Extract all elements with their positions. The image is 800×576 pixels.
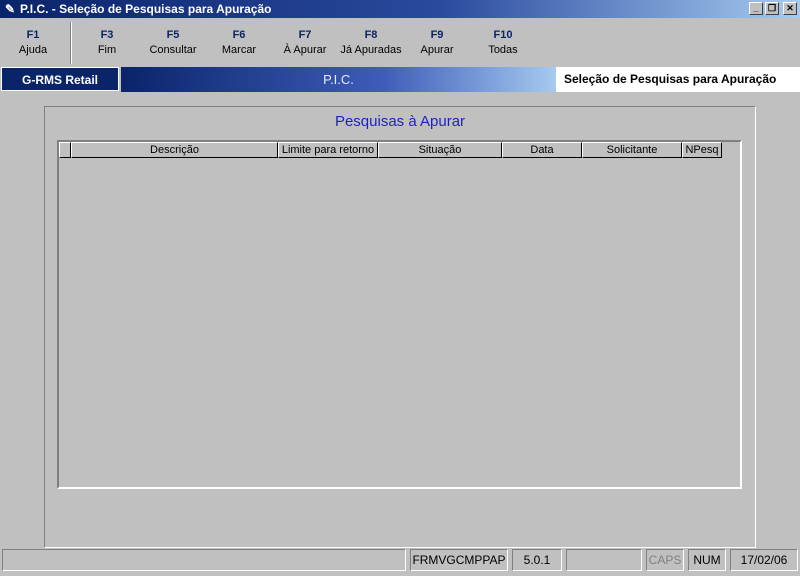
function-key-label: F3 xyxy=(100,29,114,41)
f8-ja-apuradas-button[interactable]: F8 Já Apuradas xyxy=(338,28,404,58)
function-key-caption: Consultar xyxy=(149,44,197,56)
header-banner: G-RMS Retail P.I.C. Seleção de Pesquisas… xyxy=(0,67,800,92)
window-title: P.I.C. - Seleção de Pesquisas para Apura… xyxy=(20,2,272,16)
f3-fim-button[interactable]: F3 Fim xyxy=(74,28,140,58)
function-key-label: F10 xyxy=(493,29,513,41)
column-header-situacao[interactable]: Situação xyxy=(378,142,502,158)
function-key-caption: Todas xyxy=(488,44,518,56)
status-num: NUM xyxy=(688,549,726,571)
minimize-button[interactable]: _ xyxy=(749,2,763,15)
toolbar-separator xyxy=(70,22,72,64)
f7-a-apurar-button[interactable]: F7 À Apurar xyxy=(272,28,338,58)
title-bar[interactable]: ✎ P.I.C. - Seleção de Pesquisas para Apu… xyxy=(0,0,800,18)
f10-todas-button[interactable]: F10 Todas xyxy=(470,28,536,58)
status-form-name: FRMVGCMPPAP xyxy=(410,549,508,571)
function-key-caption: Já Apuradas xyxy=(340,44,402,56)
close-button[interactable]: ✕ xyxy=(783,2,797,15)
column-header-solicitante[interactable]: Solicitante xyxy=(582,142,682,158)
screen-title: Seleção de Pesquisas para Apuração xyxy=(556,67,800,92)
f6-marcar-button[interactable]: F6 Marcar xyxy=(206,28,272,58)
column-header-data[interactable]: Data xyxy=(502,142,582,158)
pen-icon[interactable]: ✎ xyxy=(3,2,17,16)
status-date: 17/02/06 xyxy=(730,549,798,571)
status-version: 5.0.1 xyxy=(512,549,562,571)
module-label: P.I.C. xyxy=(121,67,556,92)
status-message xyxy=(2,549,406,571)
function-key-label: F5 xyxy=(166,29,180,41)
function-key-label: F8 xyxy=(364,29,378,41)
column-header-limite-retorno[interactable]: Limite para retorno xyxy=(278,142,378,158)
function-key-label: F7 xyxy=(298,29,312,41)
column-header-selector[interactable] xyxy=(59,142,71,158)
function-key-toolbar: F1 Ajuda F3 Fim F5 Consultar F6 Marcar F… xyxy=(0,18,800,66)
brand-label: G-RMS Retail xyxy=(1,67,119,91)
close-icon: ✕ xyxy=(786,3,794,13)
restore-icon: ❐ xyxy=(767,3,777,13)
column-header-npesq[interactable]: NPesq xyxy=(682,142,722,158)
function-key-caption: Fim xyxy=(97,44,117,56)
function-key-caption: Marcar xyxy=(221,44,257,56)
function-key-label: F9 xyxy=(430,29,444,41)
pesquisas-grid[interactable]: Descrição Limite para retorno Situação D… xyxy=(57,140,742,489)
minimize-icon: _ xyxy=(753,3,759,13)
panel-title: Pesquisas à Apurar xyxy=(334,113,466,130)
function-key-label: F6 xyxy=(232,29,246,41)
status-caps: CAPS xyxy=(646,549,684,571)
f5-consultar-button[interactable]: F5 Consultar xyxy=(140,28,206,58)
restore-button[interactable]: ❐ xyxy=(765,2,779,15)
f1-ajuda-button[interactable]: F1 Ajuda xyxy=(0,28,66,58)
status-bar: FRMVGCMPPAP 5.0.1 CAPS NUM 17/02/06 xyxy=(0,548,800,576)
main-panel: Pesquisas à Apurar Descrição Limite para… xyxy=(44,106,756,548)
function-key-caption: À Apurar xyxy=(283,44,327,56)
column-header-descricao[interactable]: Descrição xyxy=(71,142,278,158)
function-key-label: F1 xyxy=(26,29,40,41)
f9-apurar-button[interactable]: F9 Apurar xyxy=(404,28,470,58)
status-blank xyxy=(566,549,642,571)
function-key-caption: Ajuda xyxy=(18,44,48,56)
function-key-caption: Apurar xyxy=(420,44,454,56)
